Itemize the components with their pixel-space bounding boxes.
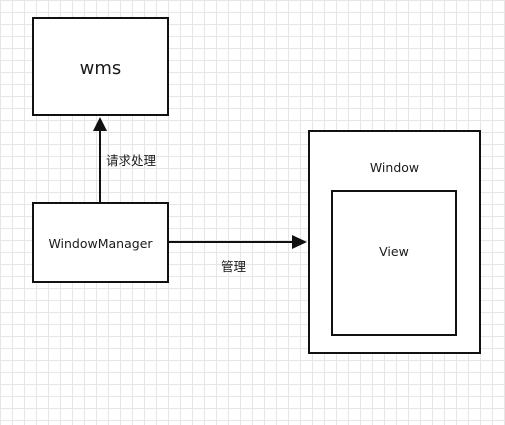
- manage-arrowhead-icon: [292, 235, 307, 249]
- view-node: View: [331, 190, 457, 336]
- wms-label: wms: [79, 58, 122, 79]
- wms-node: wms: [32, 17, 169, 116]
- window-label: Window: [369, 160, 420, 175]
- manage-label: 管理: [221, 259, 247, 274]
- request-handling-label: 请求处理: [106, 153, 157, 168]
- window-manager-node: WindowManager: [32, 202, 169, 283]
- request-handling-arrowhead-icon: [93, 117, 107, 131]
- view-label: View: [379, 244, 409, 259]
- window-manager-label: WindowManager: [48, 236, 153, 251]
